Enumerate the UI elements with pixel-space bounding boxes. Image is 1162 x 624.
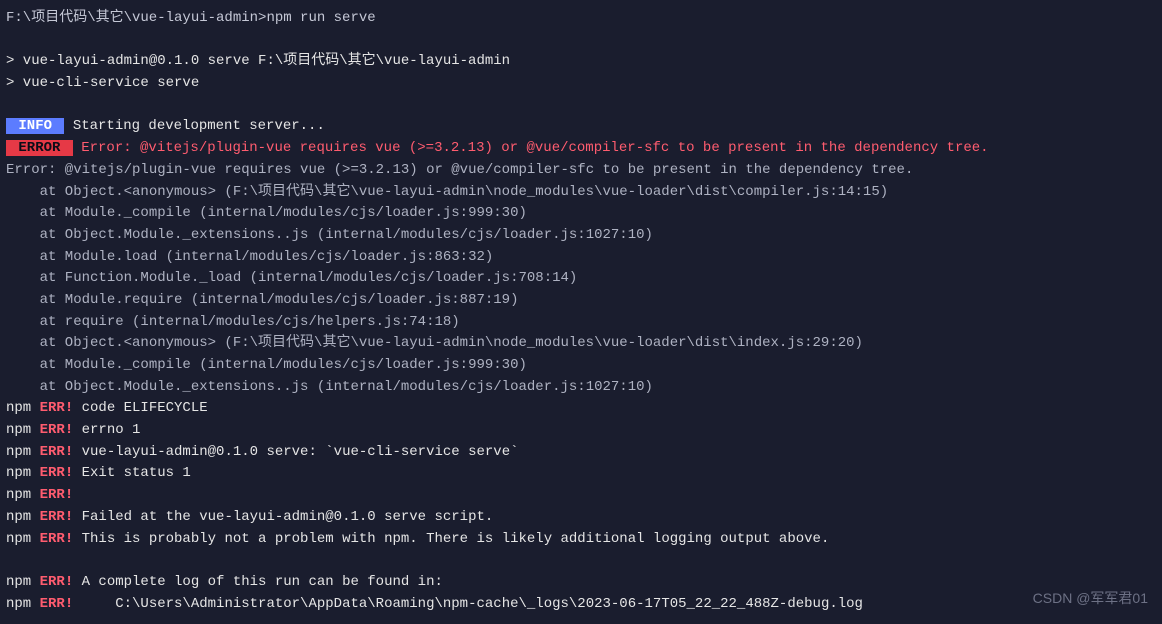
- npm-error-line: npm ERR! vue-layui-admin@0.1.0 serve: `v…: [6, 442, 1156, 464]
- npm-prefix: npm: [6, 465, 40, 481]
- npm-err-msg: vue-layui-admin@0.1.0 serve: `vue-cli-se…: [73, 444, 518, 460]
- npm-err-label: ERR!: [40, 596, 74, 612]
- stack-frame: at Object.Module._extensions..js (intern…: [6, 225, 1156, 247]
- npm-prefix: npm: [6, 400, 40, 416]
- npm-err-msg: This is probably not a problem with npm.…: [73, 531, 829, 547]
- npm-error-line: npm ERR! code ELIFECYCLE: [6, 398, 1156, 420]
- blank-line: [6, 550, 1156, 572]
- npm-err-label: ERR!: [40, 574, 74, 590]
- command-text: npm run serve: [266, 10, 375, 26]
- npm-err-msg: Failed at the vue-layui-admin@0.1.0 serv…: [73, 509, 493, 525]
- npm-err-msg: errno 1: [73, 422, 140, 438]
- npm-err-msg: code ELIFECYCLE: [73, 400, 207, 416]
- npm-prefix: npm: [6, 574, 40, 590]
- npm-error-line: npm ERR!: [6, 485, 1156, 507]
- info-message: Starting development server...: [64, 118, 324, 134]
- npm-log-line: npm ERR! C:\Users\Administrator\AppData\…: [6, 594, 1156, 616]
- prompt-path: F:\项目代码\其它\vue-layui-admin>: [6, 10, 266, 26]
- blank-line: [6, 30, 1156, 52]
- npm-error-line: npm ERR! Failed at the vue-layui-admin@0…: [6, 507, 1156, 529]
- error-badge: ERROR: [6, 140, 73, 156]
- npm-log-path: C:\Users\Administrator\AppData\Roaming\n…: [73, 596, 863, 612]
- npm-err-label: ERR!: [40, 465, 74, 481]
- npm-prefix: npm: [6, 444, 40, 460]
- info-line: INFO Starting development server...: [6, 116, 1156, 138]
- info-badge: INFO: [6, 118, 64, 134]
- npm-err-label: ERR!: [40, 487, 74, 503]
- npm-preamble-line: > vue-layui-admin@0.1.0 serve F:\项目代码\其它…: [6, 51, 1156, 73]
- npm-prefix: npm: [6, 487, 40, 503]
- npm-log-msg: A complete log of this run can be found …: [73, 574, 443, 590]
- stack-frame: at Module.load (internal/modules/cjs/loa…: [6, 247, 1156, 269]
- npm-err-label: ERR!: [40, 422, 74, 438]
- npm-prefix: npm: [6, 509, 40, 525]
- npm-err-label: ERR!: [40, 531, 74, 547]
- npm-error-line: npm ERR! errno 1: [6, 420, 1156, 442]
- npm-log-line: npm ERR! A complete log of this run can …: [6, 572, 1156, 594]
- command-prompt-line[interactable]: F:\项目代码\其它\vue-layui-admin>npm run serve: [6, 8, 1156, 30]
- npm-err-msg: Exit status 1: [73, 465, 191, 481]
- stack-header: Error: @vitejs/plugin-vue requires vue (…: [6, 160, 1156, 182]
- error-banner-line: ERROR Error: @vitejs/plugin-vue requires…: [6, 138, 1156, 160]
- watermark-text: CSDN @军军君01: [1033, 588, 1148, 610]
- stack-frame: at Object.<anonymous> (F:\项目代码\其它\vue-la…: [6, 182, 1156, 204]
- npm-prefix: npm: [6, 531, 40, 547]
- npm-preamble-line: > vue-cli-service serve: [6, 73, 1156, 95]
- blank-line: [6, 95, 1156, 117]
- npm-error-line: npm ERR! This is probably not a problem …: [6, 529, 1156, 551]
- npm-err-label: ERR!: [40, 509, 74, 525]
- stack-frame: at Module._compile (internal/modules/cjs…: [6, 355, 1156, 377]
- error-banner-text: Error: @vitejs/plugin-vue requires vue (…: [73, 140, 989, 156]
- npm-prefix: npm: [6, 422, 40, 438]
- npm-err-label: ERR!: [40, 400, 74, 416]
- stack-frame: at Object.<anonymous> (F:\项目代码\其它\vue-la…: [6, 333, 1156, 355]
- stack-frame: at Object.Module._extensions..js (intern…: [6, 377, 1156, 399]
- npm-prefix: npm: [6, 596, 40, 612]
- npm-error-line: npm ERR! Exit status 1: [6, 463, 1156, 485]
- stack-frame: at Function.Module._load (internal/modul…: [6, 268, 1156, 290]
- stack-frame: at Module.require (internal/modules/cjs/…: [6, 290, 1156, 312]
- stack-frame: at Module._compile (internal/modules/cjs…: [6, 203, 1156, 225]
- npm-err-label: ERR!: [40, 444, 74, 460]
- stack-frame: at require (internal/modules/cjs/helpers…: [6, 312, 1156, 334]
